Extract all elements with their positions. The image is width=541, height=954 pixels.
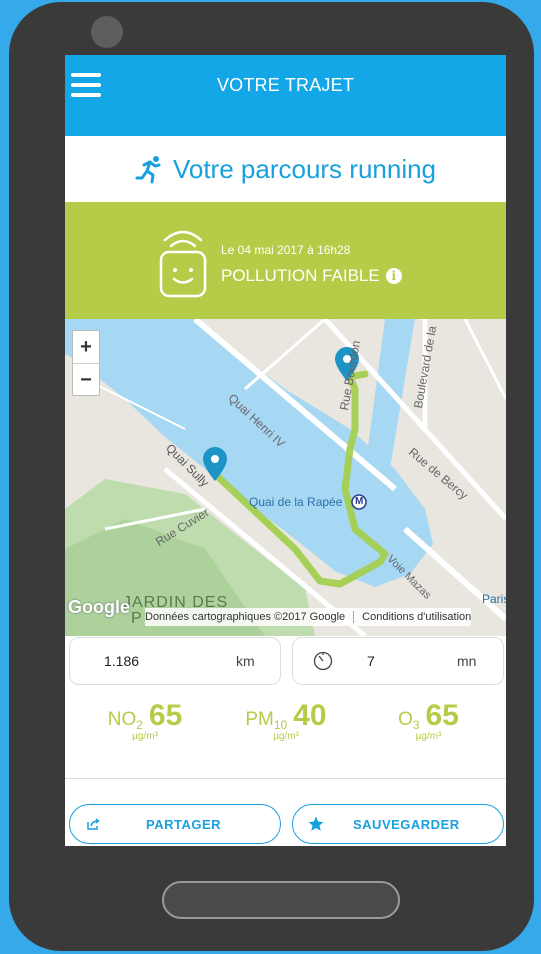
google-logo: Google (68, 597, 130, 617)
share-label: PARTAGER (146, 816, 222, 832)
distance-value: 1.186 (104, 653, 140, 669)
pollution-level: POLLUTION FAIBLE i (221, 266, 402, 286)
zoom-out-button[interactable]: − (73, 364, 99, 396)
pollutant-o3: O3 65 µg/m³ (398, 699, 459, 742)
map-label-jardin2: P (131, 610, 142, 627)
app-screen: VOTRE TRAJET Votre parcours running Le 0… (65, 55, 506, 846)
attribution-text: Données cartographiques ©2017 Google (145, 611, 346, 623)
route-subtitle: Votre parcours running (65, 136, 506, 202)
distance-unit: km (236, 653, 255, 669)
share-icon (87, 818, 100, 830)
pollutant-no2: NO2 65 µg/m³ (107, 699, 183, 742)
info-icon[interactable]: i (385, 268, 402, 284)
home-button[interactable] (162, 881, 400, 919)
subtitle-text: Votre parcours running (172, 153, 437, 184)
route-map[interactable]: + − Quai Henri IV Rue Bourdon Boulevard … (65, 319, 506, 636)
zoom-in-button[interactable]: + (73, 331, 99, 363)
top-bar: VOTRE TRAJET (65, 55, 506, 136)
divider (65, 778, 506, 779)
camera (91, 16, 123, 48)
star-icon (308, 816, 324, 831)
save-button[interactable]: SAUVEGARDER (292, 804, 504, 844)
map-label-quai-rapee: Quai de la Rapée (249, 495, 343, 509)
page-title: VOTRE TRAJET (216, 75, 355, 95)
zoom-control: + − (72, 330, 100, 396)
duration-unit: mn (457, 653, 477, 669)
pollutant-pm10: PM10 40 µg/m³ (245, 699, 327, 742)
pollutant-readings: NO2 65 µg/m³ PM10 40 µg/m³ O3 65 µg/m³ (65, 699, 506, 779)
timer-icon (313, 651, 333, 671)
pollution-level-text: POLLUTION FAIBLE (221, 266, 380, 285)
runner-icon (135, 156, 161, 184)
map-attribution: Données cartographiques ©2017 Google Con… (145, 608, 472, 626)
save-label: SAUVEGARDER (353, 816, 460, 832)
sensor-face-icon (159, 230, 207, 298)
metro-icon: M (355, 496, 364, 507)
terms-link[interactable]: Conditions d'utilisation (362, 611, 471, 623)
distance-box: 1.186 km (69, 637, 281, 685)
share-button[interactable]: PARTAGER (69, 804, 281, 844)
duration-value: 7 (367, 653, 375, 669)
map-label-paris: Paris (482, 592, 506, 606)
pollution-banner: Le 04 mai 2017 à 16h28 POLLUTION FAIBLE … (65, 202, 506, 319)
measure-date: Le 04 mai 2017 à 16h28 (221, 243, 351, 257)
duration-box: 7 mn (292, 637, 504, 685)
